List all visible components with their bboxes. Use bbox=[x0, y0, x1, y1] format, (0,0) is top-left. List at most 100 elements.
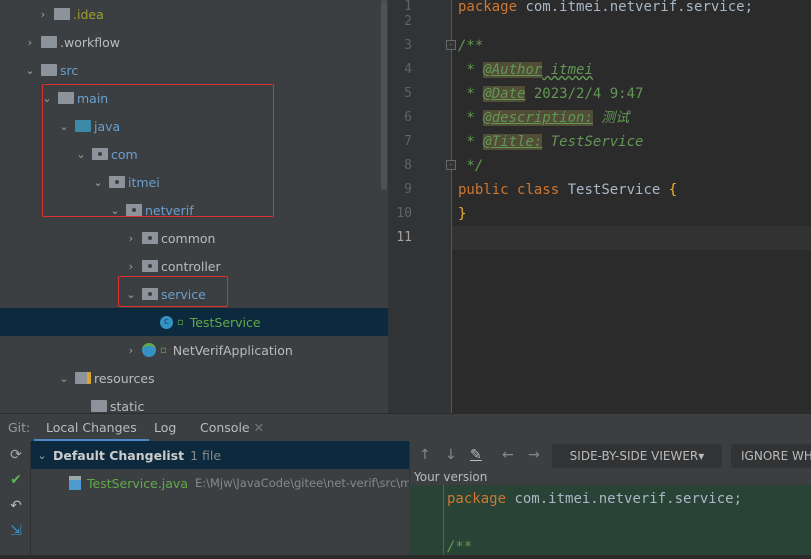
shelve-icon[interactable]: ⇲ bbox=[7, 523, 25, 541]
code-line-9: public class TestService { bbox=[458, 178, 677, 202]
commit-check-icon[interactable]: ✔ bbox=[7, 472, 25, 490]
fold-icon[interactable]: - bbox=[446, 160, 456, 170]
folder-icon bbox=[54, 8, 70, 20]
package-icon bbox=[142, 260, 158, 272]
changelist-count: 1 file bbox=[190, 447, 222, 463]
keyword: public bbox=[458, 182, 509, 198]
highlight-box bbox=[118, 276, 228, 307]
doc-tag: @Title: bbox=[483, 134, 543, 150]
rollback-icon[interactable]: ↶ bbox=[7, 498, 25, 516]
chevron-right-icon[interactable]: › bbox=[124, 260, 138, 273]
code-line-3: /** bbox=[458, 38, 484, 54]
project-tree: › .idea › .workflow ⌄ src ⌄ main ⌄ java ⌄ com … bbox=[0, 0, 388, 413]
tree-item-testservice[interactable]: c ▫ TestService bbox=[0, 308, 388, 336]
java-file-icon bbox=[69, 476, 81, 490]
folder-icon bbox=[41, 36, 57, 48]
arrow-right-icon[interactable]: → bbox=[528, 447, 540, 463]
changes-panel: ⌄ Default Changelist 1 file TestService.… bbox=[31, 441, 411, 555]
chevron-down-icon[interactable]: ⌄ bbox=[23, 64, 37, 77]
tree-item-netverifapplication[interactable]: › ▫ NetVerifApplication bbox=[0, 336, 388, 364]
file-name: TestService.java bbox=[87, 475, 188, 491]
fold-icon[interactable]: - bbox=[446, 40, 456, 50]
viewer-label: SIDE-BY-SIDE VIEWER bbox=[569, 449, 699, 463]
code-text: com.itmei.netverif.service; bbox=[517, 0, 754, 15]
resources-folder-icon bbox=[75, 372, 91, 384]
class-name: TestService bbox=[567, 182, 661, 198]
diff-code-line-1: package com.itmei.netverif.service; bbox=[447, 487, 742, 511]
code-text: * bbox=[458, 110, 484, 126]
line-number: 7 bbox=[404, 134, 412, 149]
doc-tag: @Author bbox=[483, 62, 543, 78]
ignore-whitespace-dropdown[interactable]: IGNORE WH bbox=[731, 444, 811, 468]
code-line-7: * @Title: TestService bbox=[458, 130, 643, 154]
tree-item-src[interactable]: ⌄ src bbox=[0, 56, 388, 84]
chevron-down-icon[interactable]: ⌄ bbox=[31, 449, 53, 462]
viewer-dropdown[interactable]: SIDE-BY-SIDE VIEWER▾ bbox=[552, 444, 722, 468]
code-line-4: * @Author itmei bbox=[458, 58, 593, 82]
diff-added-region: package com.itmei.netverif.service; /** bbox=[409, 485, 811, 555]
keyword: class bbox=[517, 182, 560, 198]
code-line-1: package com.itmei.netverif.service; bbox=[458, 0, 753, 19]
code-text: 测试 bbox=[592, 110, 630, 126]
chevron-right-icon[interactable]: › bbox=[36, 8, 50, 21]
changed-file-row[interactable]: TestService.java E:\Mjw\JavaCode\gitee\n… bbox=[69, 471, 411, 495]
changelist-name: Default Changelist bbox=[53, 447, 185, 463]
code-line-6: * @description: 测试 bbox=[458, 106, 629, 130]
code-text: com.itmei.netverif.service; bbox=[506, 491, 743, 507]
keyword: package bbox=[458, 0, 518, 15]
line-number: 4 bbox=[404, 62, 412, 77]
folder-icon bbox=[91, 400, 107, 412]
dropdown-arrow-icon: ▾ bbox=[698, 449, 705, 463]
line-number: 6 bbox=[404, 110, 412, 125]
class-icon: c bbox=[160, 315, 173, 329]
code-line-8: */ bbox=[458, 158, 484, 174]
tab-log[interactable]: Log bbox=[154, 414, 176, 442]
tree-item-idea[interactable]: › .idea bbox=[0, 0, 388, 28]
git-label: Git: bbox=[8, 420, 31, 435]
code-text: 2023/2/4 9:47 bbox=[525, 86, 644, 102]
chevron-right-icon[interactable]: › bbox=[23, 36, 37, 49]
code-text: itmei bbox=[542, 62, 593, 78]
doc-tag: @description: bbox=[483, 110, 593, 126]
brace: { bbox=[668, 182, 678, 198]
keyword: package bbox=[447, 491, 507, 507]
highlight-box bbox=[42, 84, 274, 217]
current-line bbox=[452, 226, 811, 250]
arrow-down-icon[interactable]: ↓ bbox=[445, 447, 457, 463]
spring-boot-class-icon bbox=[142, 343, 156, 357]
tree-item-static[interactable]: static bbox=[0, 392, 388, 413]
tab-local-changes[interactable]: Local Changes bbox=[34, 414, 149, 442]
code-line-10: } bbox=[458, 206, 467, 222]
tab-console[interactable]: Console ✕ bbox=[200, 414, 264, 442]
arrow-left-icon[interactable]: ← bbox=[502, 447, 514, 463]
chevron-right-icon[interactable]: › bbox=[124, 344, 138, 357]
code-line-5: * @Date 2023/2/4 9:47 bbox=[458, 82, 643, 106]
changelist-header[interactable]: ⌄ Default Changelist 1 file bbox=[31, 441, 409, 469]
close-icon[interactable]: ✕ bbox=[254, 420, 264, 435]
tree-item-workflow[interactable]: › .workflow bbox=[0, 28, 388, 56]
package-icon bbox=[142, 232, 158, 244]
changes-toolbar: ⟳ ✔ ↶ ⇲ bbox=[0, 441, 31, 555]
line-number: 3 bbox=[404, 38, 412, 53]
code-text: * bbox=[458, 86, 484, 102]
tree-item-resources[interactable]: ⌄ resources bbox=[0, 364, 388, 392]
gutter-divider bbox=[443, 485, 444, 555]
file-path: E:\Mjw\JavaCode\gitee\net-verif\src\m bbox=[194, 476, 412, 490]
refresh-icon[interactable]: ⟳ bbox=[7, 447, 25, 465]
your-version-label: Your version bbox=[414, 470, 488, 484]
line-number: 11 bbox=[396, 230, 412, 245]
tab-label: Console bbox=[200, 420, 250, 435]
folder-icon bbox=[41, 64, 57, 76]
edit-icon[interactable]: ✎ bbox=[470, 447, 482, 463]
chevron-down-icon[interactable]: ⌄ bbox=[57, 372, 71, 385]
scrollbar[interactable] bbox=[381, 0, 387, 190]
unlock-icon: ▫ bbox=[177, 316, 184, 328]
line-number: 9 bbox=[404, 182, 412, 197]
line-number: 10 bbox=[396, 206, 412, 221]
tree-item-common[interactable]: › common bbox=[0, 224, 388, 252]
chevron-right-icon[interactable]: › bbox=[124, 232, 138, 245]
code-text: * bbox=[458, 134, 484, 150]
line-number: 8 bbox=[404, 158, 412, 173]
arrow-up-icon[interactable]: ↑ bbox=[419, 447, 431, 463]
doc-tag: @Date bbox=[483, 86, 526, 102]
